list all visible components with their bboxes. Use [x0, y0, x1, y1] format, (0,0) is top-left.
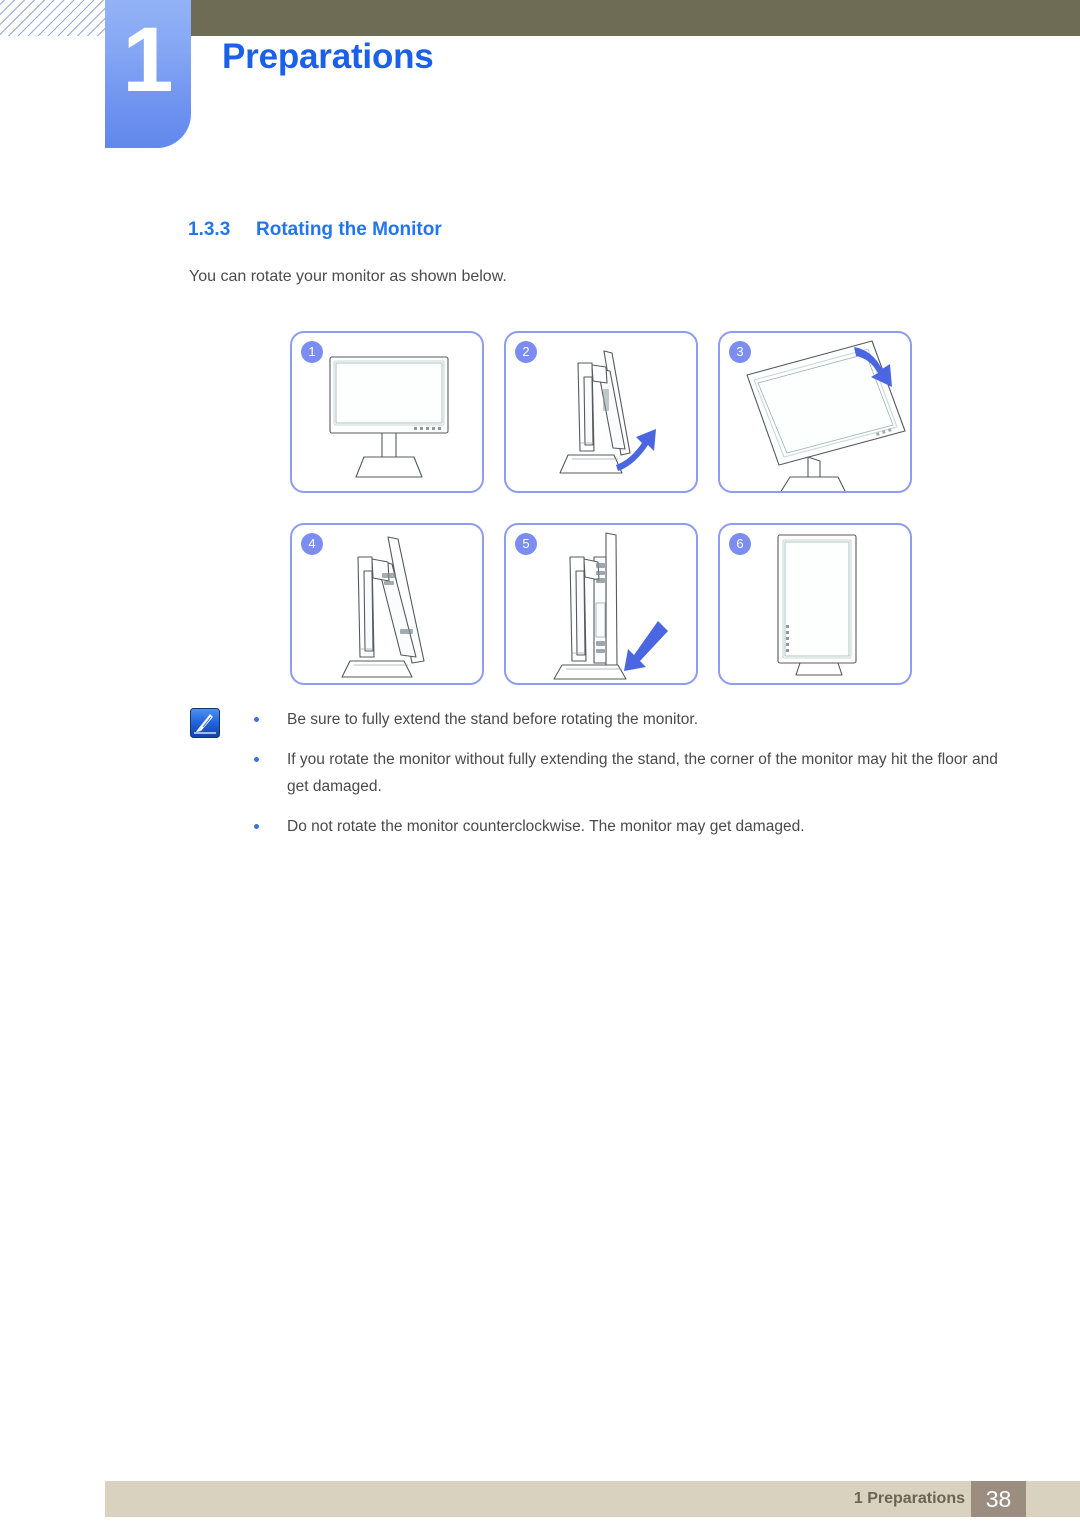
note-item-text: Do not rotate the monitor counterclockwi…: [287, 818, 805, 835]
bullet-dot-icon: [254, 757, 259, 762]
page-number: 38: [971, 1481, 1026, 1517]
step-panel-1: 1: [290, 331, 484, 493]
note-item-text: Be sure to fully extend the stand before…: [287, 711, 698, 728]
step-badge-3: 3: [729, 341, 751, 363]
bullet-dot-icon: [254, 717, 259, 722]
section-title: Rotating the Monitor: [256, 219, 442, 240]
step-panel-6: 6: [718, 523, 912, 685]
bullet-dot-icon: [254, 824, 259, 829]
chapter-tab: 1: [105, 0, 191, 148]
step-panel-5: 5: [504, 523, 698, 685]
step-badge-1: 1: [301, 341, 323, 363]
chapter-number: 1: [122, 9, 174, 111]
step-badge-2: 2: [515, 341, 537, 363]
note-pen-icon: [190, 708, 220, 738]
page-footer: 1 Preparations 38: [105, 1481, 1080, 1517]
note-list: Be sure to fully extend the stand before…: [245, 706, 1000, 853]
diagonal-hatch-decoration: [0, 0, 108, 36]
section-number: 1.3.3: [188, 219, 231, 240]
step-panel-2: 2: [504, 331, 698, 493]
section-intro-text: You can rotate your monitor as shown bel…: [189, 268, 507, 285]
note-item: Do not rotate the monitor counterclockwi…: [245, 813, 1000, 840]
note-item-text: If you rotate the monitor without fully …: [287, 751, 998, 795]
step-panel-4: 4: [290, 523, 484, 685]
step-badge-6: 6: [729, 533, 751, 555]
step-panel-3: 3: [718, 331, 912, 493]
rotation-steps-grid: 1 2 3 4 5 6: [290, 331, 912, 687]
note-item: If you rotate the monitor without fully …: [245, 746, 1000, 800]
footer-chapter-label: 1 Preparations: [853, 1490, 965, 1507]
step-badge-5: 5: [515, 533, 537, 555]
section-heading: 1.3.3 Rotating the Monitor: [188, 219, 442, 241]
chapter-title: Preparations: [222, 37, 434, 76]
page-header: 1 Preparations: [0, 0, 1080, 160]
header-olive-bar: [190, 0, 1080, 36]
note-item: Be sure to fully extend the stand before…: [245, 706, 1000, 733]
step-badge-4: 4: [301, 533, 323, 555]
